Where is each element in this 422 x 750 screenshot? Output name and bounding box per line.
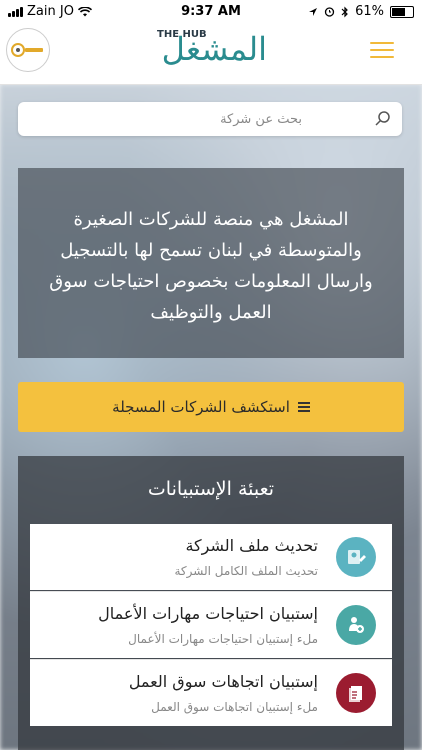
location-icon bbox=[309, 7, 318, 16]
survey-item-subtitle: تحديث الملف الكامل الشركة bbox=[174, 564, 318, 578]
app-logo: THE HUB المشغل bbox=[155, 28, 267, 74]
profile-update-icon bbox=[336, 537, 376, 577]
alarm-icon bbox=[324, 7, 335, 17]
battery-icon bbox=[390, 5, 414, 18]
explore-companies-label: استكشف الشركات المسجلة bbox=[112, 398, 290, 416]
document-icon bbox=[336, 673, 376, 713]
add-user-icon bbox=[336, 605, 376, 645]
survey-item-profile[interactable]: تحديث ملف الشركة تحديث الملف الكامل الشر… bbox=[30, 524, 392, 590]
battery-percent: 61% bbox=[355, 4, 384, 19]
search-icon[interactable] bbox=[374, 110, 392, 128]
survey-item-labor-market[interactable]: إستبيان اتجاهات سوق العمل ملء إستبيان ات… bbox=[30, 660, 392, 726]
survey-item-subtitle: ملء إستبيان احتياجات مهارات الأعمال bbox=[128, 632, 318, 646]
intro-text: المشغل هي منصة للشركات الصغيرة والمتوسطة… bbox=[49, 209, 373, 323]
search-input[interactable] bbox=[48, 102, 392, 136]
partner-logo-icon bbox=[11, 43, 43, 57]
menu-icon[interactable] bbox=[370, 42, 394, 58]
app-header: THE HUB المشغل bbox=[0, 24, 422, 85]
survey-item-title: إستبيان اتجاهات سوق العمل bbox=[128, 672, 318, 691]
logo-arabic-text: المشغل bbox=[161, 30, 267, 68]
survey-item-business-skills[interactable]: إستبيان احتياجات مهارات الأعمال ملء إستب… bbox=[30, 592, 392, 658]
bluetooth-icon bbox=[341, 6, 348, 17]
surveys-panel: تعبئة الإستبيانات تحديث ملف الشركة تحديث… bbox=[18, 456, 404, 750]
status-bar: Zain JO 9:37 AM 61% bbox=[0, 0, 422, 24]
status-right: 61% bbox=[308, 4, 414, 19]
partner-badge[interactable] bbox=[6, 28, 50, 72]
explore-companies-button[interactable]: استكشف الشركات المسجلة bbox=[18, 382, 404, 432]
survey-item-subtitle: ملء إستبيان اتجاهات سوق العمل bbox=[151, 700, 318, 714]
survey-item-title: تحديث ملف الشركة bbox=[185, 536, 318, 555]
list-icon bbox=[297, 402, 310, 412]
surveys-title: تعبئة الإستبيانات bbox=[147, 478, 275, 500]
intro-panel: المشغل هي منصة للشركات الصغيرة والمتوسطة… bbox=[18, 168, 404, 358]
survey-item-title: إستبيان احتياجات مهارات الأعمال bbox=[98, 604, 318, 623]
search-bar[interactable] bbox=[18, 102, 402, 136]
